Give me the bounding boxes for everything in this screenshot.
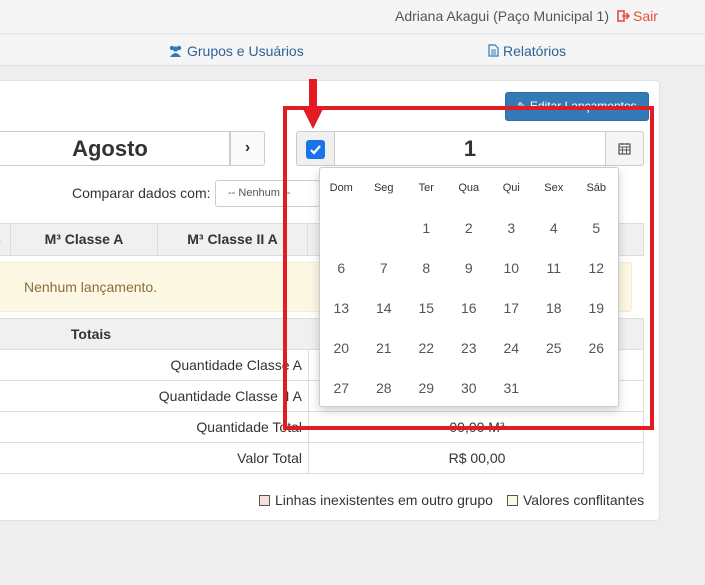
calendar-day[interactable]: 29 bbox=[405, 380, 448, 396]
calendar-day[interactable]: 15 bbox=[405, 300, 448, 316]
totals-row-label: Quantidade Total bbox=[0, 412, 309, 442]
weekday-header: Sex bbox=[544, 182, 564, 194]
weekday-header: Qua bbox=[458, 182, 480, 194]
top-bar: Adriana Akagui (Paço Municipal 1) Sair bbox=[0, 0, 705, 34]
calendar-day[interactable]: 1 bbox=[405, 220, 448, 236]
legend-missing-label: Linhas inexistentes em outro grupo bbox=[275, 492, 493, 508]
header-cell-partial: s bbox=[0, 224, 11, 255]
nav-groups-label: Grupos e Usuários bbox=[187, 43, 304, 59]
calendar-day[interactable]: 20 bbox=[320, 340, 363, 356]
legend-missing-lines: Linhas inexistentes em outro grupo bbox=[259, 492, 493, 508]
logout-icon bbox=[617, 10, 631, 22]
calendar-day[interactable]: 7 bbox=[363, 260, 406, 276]
nav-groups-users[interactable]: Grupos e Usuários bbox=[168, 43, 304, 59]
totals-row-label: Quantidade Classe A bbox=[0, 350, 309, 380]
calendar-day[interactable]: 5 bbox=[575, 220, 618, 236]
legend-swatch bbox=[259, 495, 270, 506]
calendar-day[interactable]: 30 bbox=[448, 380, 491, 396]
calendar-icon bbox=[618, 143, 631, 155]
calendar-day[interactable]: 19 bbox=[575, 300, 618, 316]
calendar-day[interactable]: 31 bbox=[490, 380, 533, 396]
logout-label: Sair bbox=[633, 8, 658, 24]
totals-title: Totais bbox=[70, 326, 112, 342]
weekday-header: Seg bbox=[373, 182, 394, 194]
totals-row: Valor Total R$ 00,00 bbox=[0, 443, 644, 474]
header-cell-classe-a: M³ Classe A bbox=[11, 224, 158, 255]
edit-button-label: Editar Lançamentos bbox=[529, 99, 637, 113]
calendar-day[interactable]: 13 bbox=[320, 300, 363, 316]
day-checkbox[interactable] bbox=[306, 140, 325, 159]
calendar-day[interactable]: 26 bbox=[575, 340, 618, 356]
calendar-day[interactable]: 3 bbox=[490, 220, 533, 236]
calendar-day[interactable]: 25 bbox=[533, 340, 576, 356]
day-checkbox-addon[interactable] bbox=[296, 131, 335, 166]
totals-row: Quantidade Total 00,00 M³ bbox=[0, 412, 644, 443]
next-month-button[interactable]: › bbox=[230, 131, 265, 166]
compare-select[interactable]: -- Nenhum -- bbox=[215, 180, 320, 207]
totals-row-value: 00,00 M³ bbox=[449, 419, 505, 435]
calendar-day[interactable]: 4 bbox=[533, 220, 576, 236]
calendar-day[interactable]: 8 bbox=[405, 260, 448, 276]
checkmark-icon bbox=[310, 145, 321, 155]
calendar-day[interactable]: 14 bbox=[363, 300, 406, 316]
calendar-day[interactable]: 23 bbox=[448, 340, 491, 356]
users-icon bbox=[169, 45, 182, 57]
calendar-day[interactable]: 6 bbox=[320, 260, 363, 276]
calendar-day[interactable]: 16 bbox=[448, 300, 491, 316]
calendar-day[interactable]: 21 bbox=[363, 340, 406, 356]
day-input[interactable]: 1 bbox=[334, 131, 606, 166]
logout-link[interactable]: Sair bbox=[617, 8, 658, 24]
month-display[interactable]: Agosto bbox=[0, 131, 230, 166]
totals-row-value: R$ 00,00 bbox=[448, 450, 506, 466]
document-icon bbox=[488, 44, 499, 57]
user-name: Adriana Akagui (Paço Municipal 1) bbox=[395, 8, 610, 24]
totals-row-label: Valor Total bbox=[0, 443, 309, 473]
nav-reports-label: Relatórios bbox=[503, 43, 567, 59]
calendar-day[interactable]: 9 bbox=[448, 260, 491, 276]
nav-reports[interactable]: Relatórios bbox=[488, 43, 566, 59]
weekday-header: Dom bbox=[329, 182, 353, 194]
edit-icon: ✎ bbox=[517, 101, 527, 113]
calendar-day[interactable]: 24 bbox=[490, 340, 533, 356]
calendar-day[interactable]: 2 bbox=[448, 220, 491, 236]
weekday-header: Sáb bbox=[586, 182, 607, 194]
nav-bar: Grupos e Usuários Relatórios bbox=[0, 35, 705, 66]
calendar-day[interactable]: 17 bbox=[490, 300, 533, 316]
header-cell-classe-ii-a: M³ Classe II A bbox=[158, 224, 308, 255]
legend-swatch bbox=[507, 495, 518, 506]
legend-conflicts: Valores conflitantes bbox=[507, 492, 644, 508]
calendar-button[interactable] bbox=[605, 131, 644, 166]
calendar-day[interactable]: 12 bbox=[575, 260, 618, 276]
calendar-day[interactable]: 10 bbox=[490, 260, 533, 276]
datepicker-dropdown: Dom Seg Ter Qua Qui Sex Sáb 1 2 3 4 5 6 7 8 9 10 1… bbox=[319, 167, 619, 407]
weekday-header: Ter bbox=[418, 182, 434, 194]
edit-entries-button[interactable]: ✎ Editar Lançamentos bbox=[505, 92, 649, 121]
calendar-day[interactable]: 18 bbox=[533, 300, 576, 316]
weekday-header: Qui bbox=[502, 182, 520, 194]
calendar-day[interactable]: 11 bbox=[533, 260, 576, 276]
compare-label: Comparar dados com: bbox=[72, 185, 211, 201]
totals-row-label: Quantidade Classe II A bbox=[0, 381, 309, 411]
calendar-day[interactable]: 22 bbox=[405, 340, 448, 356]
calendar-day[interactable]: 27 bbox=[320, 380, 363, 396]
legend-conflicts-label: Valores conflitantes bbox=[523, 492, 645, 508]
calendar-day[interactable]: 28 bbox=[363, 380, 406, 396]
